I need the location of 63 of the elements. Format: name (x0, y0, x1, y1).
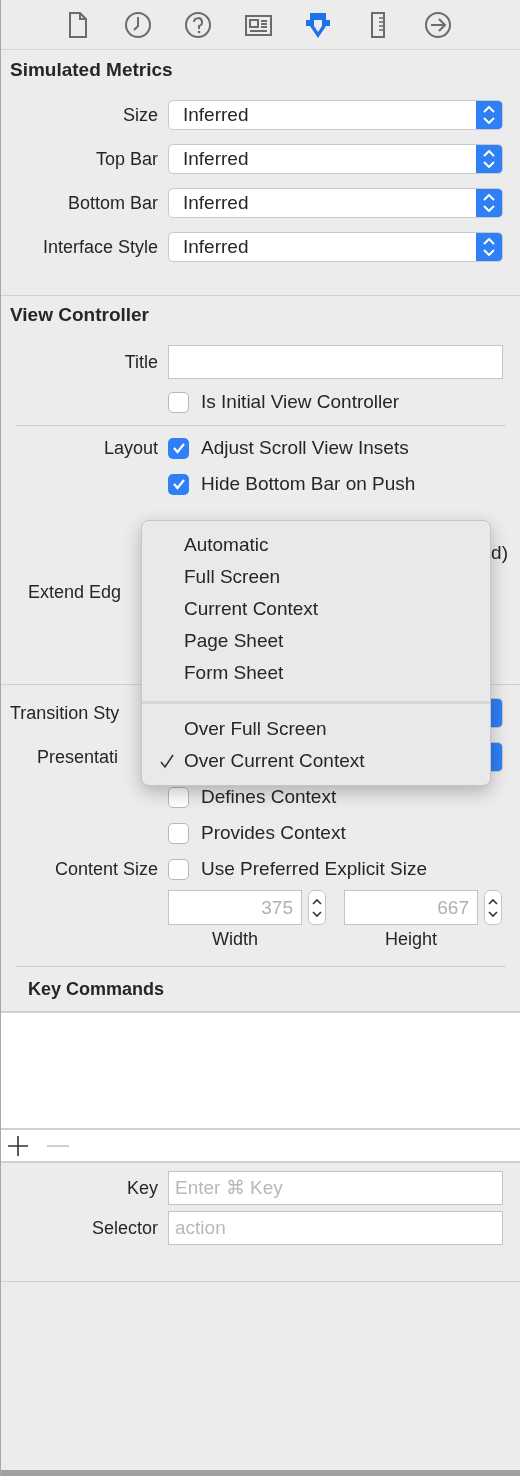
popup-button[interactable]: Inferred (168, 188, 503, 218)
inspector-tab[interactable] (423, 9, 453, 40)
menu-item[interactable]: Current Context (142, 593, 490, 625)
popup-button[interactable]: Inferred (168, 232, 503, 262)
checkbox[interactable] (168, 437, 189, 459)
checkmark-icon (171, 477, 186, 491)
menu-item[interactable]: Full Screen (142, 561, 490, 593)
field-label: Layout (102, 436, 158, 460)
field-label: Content Size (53, 857, 158, 881)
menu-item[interactable]: Automatic (142, 529, 490, 561)
checkbox-label: Is Initial View Controller (201, 389, 400, 414)
field-label: Selector (90, 1216, 158, 1240)
popup-button[interactable]: Inferred (168, 144, 503, 174)
menu-item[interactable]: Over Full Screen (142, 713, 490, 745)
stepper[interactable] (484, 890, 502, 925)
checkbox[interactable] (168, 822, 189, 844)
clock-icon (123, 9, 153, 40)
checkbox-label: Provides Context (201, 820, 346, 845)
help-icon (183, 9, 213, 40)
field-label: Extend Edg (28, 580, 122, 604)
field-label: Top Bar (94, 147, 158, 171)
checkbox[interactable] (168, 858, 189, 880)
text-field[interactable]: Enter ⌘ Key (168, 1171, 503, 1205)
menu-item[interactable]: Over Current Context (142, 745, 490, 777)
checkbox-label: Hide Bottom Bar on Push (201, 471, 416, 496)
checkbox[interactable] (168, 391, 189, 413)
popup-button[interactable]: Inferred (168, 100, 503, 130)
field-label: Size (122, 103, 158, 127)
field-label: Presentati (37, 745, 119, 769)
checkbox[interactable] (168, 473, 189, 495)
chevron-updown-icon (483, 150, 495, 168)
checkbox-label: Defines Context (201, 784, 337, 809)
field-label: Interface Style (41, 235, 158, 259)
checkbox-label: Adjust Scroll View Insets (201, 435, 409, 460)
checkmark-icon (171, 441, 186, 455)
arrow-circle-icon (423, 9, 453, 40)
field-label: Key (125, 1176, 158, 1200)
inspector-tab[interactable] (183, 9, 213, 40)
chevron-updown-icon (483, 194, 495, 212)
section-title: Key Commands (28, 977, 165, 1001)
plus-icon (7, 1134, 29, 1157)
text-field[interactable] (168, 345, 503, 379)
checkbox[interactable] (168, 786, 189, 808)
field-label: Title (123, 350, 158, 374)
chevron-updown-icon (483, 238, 495, 256)
section-title: View Controller (10, 302, 149, 327)
add-button[interactable] (7, 1134, 29, 1157)
menu-item[interactable]: Page Sheet (142, 625, 490, 657)
section-title: Simulated Metrics (10, 58, 173, 83)
inspector-tab[interactable] (123, 9, 153, 40)
text-field[interactable]: action (168, 1211, 503, 1245)
checkbox-label: Use Preferred Explicit Size (201, 856, 427, 881)
field-label: Transition Sty (10, 701, 120, 725)
field-caption: Width (211, 927, 259, 951)
number-field[interactable]: 667 (344, 890, 478, 925)
field-caption: Height (384, 927, 438, 951)
number-field[interactable]: 375 (168, 890, 302, 925)
option-label: d) (491, 540, 508, 565)
minus-icon (47, 1144, 69, 1147)
field-label: Bottom Bar (66, 191, 158, 215)
menu-item[interactable]: Form Sheet (142, 657, 490, 689)
stepper[interactable] (308, 890, 326, 925)
chevron-updown-icon (483, 106, 495, 124)
